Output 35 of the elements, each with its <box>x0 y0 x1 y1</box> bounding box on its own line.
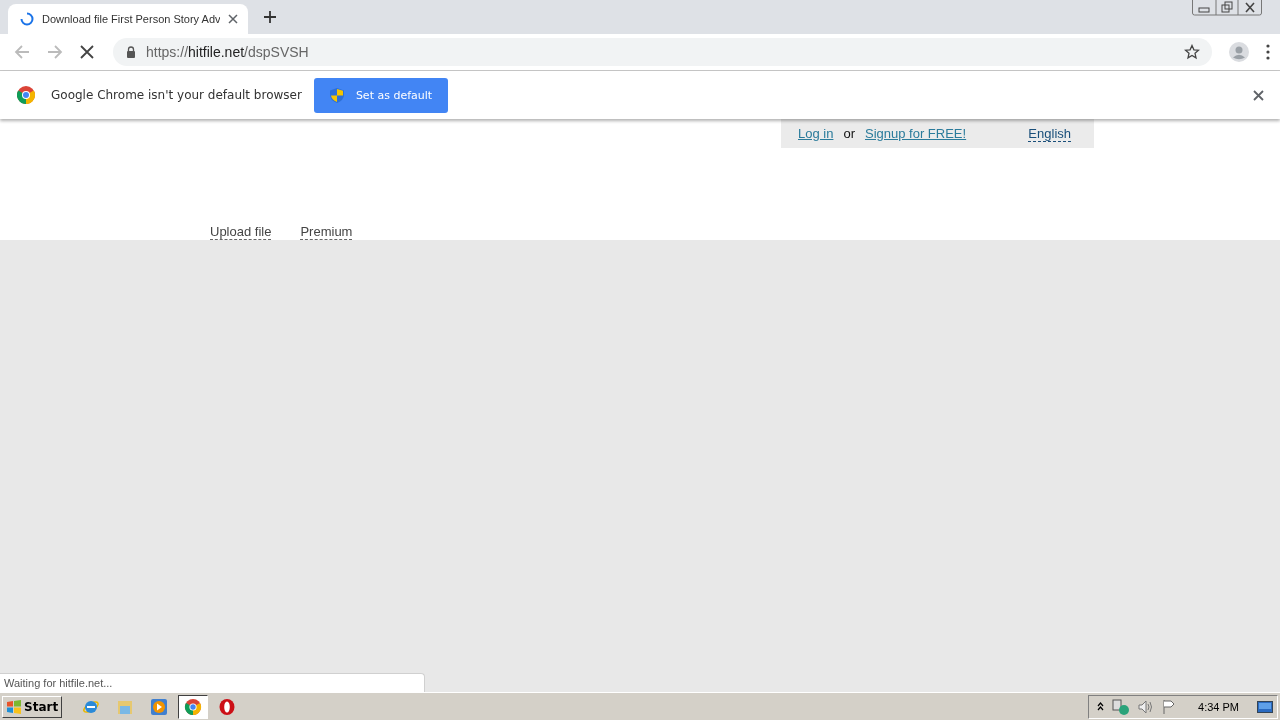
show-desktop-icon[interactable] <box>1257 700 1273 713</box>
shield-icon <box>329 87 344 103</box>
menu-icon[interactable] <box>1266 44 1270 60</box>
lock-icon <box>126 46 136 58</box>
url-path: /dspSVSH <box>244 44 309 60</box>
flag-icon[interactable] <box>1162 699 1177 714</box>
speaker-icon[interactable] <box>1138 699 1155 714</box>
set-default-button[interactable]: Set as default <box>313 77 449 113</box>
address-bar[interactable]: https://hitfile.net/dspSVSH <box>113 38 1212 66</box>
tab-title: Download file First Person Story Adv <box>42 13 220 25</box>
login-link[interactable]: Log in <box>798 126 834 141</box>
signup-link[interactable]: Signup for FREE! <box>865 126 967 141</box>
window-controls[interactable] <box>1192 0 1262 16</box>
url-scheme: https:// <box>146 44 189 60</box>
new-tab-icon[interactable] <box>263 10 277 24</box>
bookmark-star-icon[interactable] <box>1184 44 1200 60</box>
clock: 4:34 PM <box>1198 700 1239 713</box>
chrome-logo-icon <box>17 86 35 104</box>
infobar-message: Google Chrome isn't your default browser <box>51 88 302 102</box>
browser-tab[interactable]: Download file First Person Story Adv <box>8 4 248 34</box>
language-selector[interactable]: English <box>1028 125 1071 142</box>
close-icon[interactable] <box>228 14 238 24</box>
status-bubble: Waiting for hitfile.net... <box>0 673 425 692</box>
stop-icon[interactable] <box>80 45 94 59</box>
media-player-icon <box>150 697 169 716</box>
taskbar-app-button[interactable] <box>178 694 209 719</box>
close-icon[interactable] <box>1253 89 1264 101</box>
chrome-icon <box>184 697 203 716</box>
chevron-up-icon[interactable] <box>1097 701 1105 712</box>
url-host: hitfile.net <box>188 44 245 60</box>
opera-icon <box>218 697 237 716</box>
profile-avatar-icon[interactable] <box>1229 42 1249 62</box>
windows-logo-icon <box>6 699 22 714</box>
start-button[interactable]: Start <box>2 695 63 718</box>
separator-text: or <box>843 126 855 141</box>
